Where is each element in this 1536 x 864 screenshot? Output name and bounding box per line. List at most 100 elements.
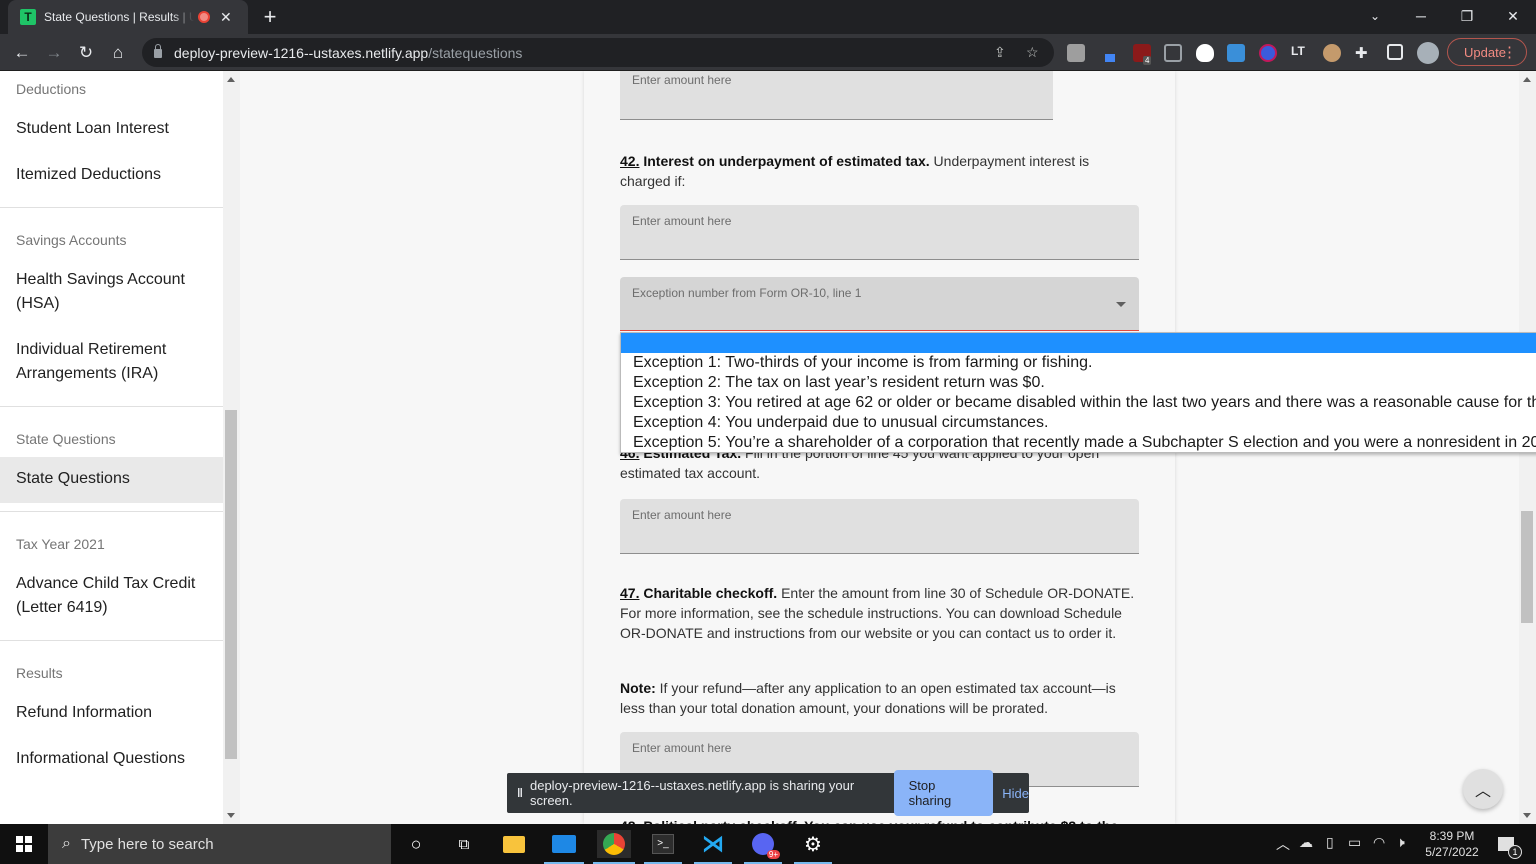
clock-date: 5/27/2022 — [1425, 845, 1479, 859]
ustaxes-favicon-icon: T — [20, 9, 36, 25]
cortana-icon[interactable]: ○ — [402, 830, 430, 858]
update-button[interactable]: Update ⋮ — [1447, 38, 1527, 66]
forward-button[interactable]: → — [41, 40, 67, 66]
option-empty-selected[interactable] — [621, 333, 1536, 353]
home-button[interactable]: ⌂ — [105, 40, 131, 66]
screen-sharing-bar: ‖ deploy-preview-1216--ustaxes.netlify.a… — [507, 770, 1029, 816]
option-exception-3[interactable]: Exception 3: You retired at age 62 or ol… — [621, 393, 1536, 413]
menu-dots-icon: ⋮ — [1502, 44, 1517, 61]
exception-number-select[interactable]: Exception number from Form OR-10, line 1… — [620, 277, 1139, 531]
sidebar-item-itemized-deductions[interactable]: Itemized Deductions — [0, 153, 223, 199]
sidebar-section-state: State Questions State Questions — [0, 407, 223, 512]
chrome-icon[interactable] — [597, 830, 631, 858]
sidebar-item-hsa[interactable]: Health Savings Account (HSA) — [0, 258, 223, 328]
scroll-up-arrow-icon[interactable] — [1523, 77, 1531, 82]
sharing-message: deploy-preview-1216--ustaxes.netlify.app… — [529, 778, 855, 808]
input-placeholder: Enter amount here — [632, 741, 732, 755]
lock-icon — [154, 44, 162, 58]
clock-time: 8:39 PM — [1429, 829, 1475, 843]
sidebar: Deductions Student Loan Interest Itemize… — [0, 71, 223, 824]
browser-toolbar: ← → ↻ ⌂ deploy-preview-1216--ustaxes.net… — [0, 34, 1536, 71]
tab-title: State Questions | Results | UsTaxes — [44, 10, 194, 24]
sidebar-item-state-questions[interactable]: State Questions — [0, 457, 223, 503]
scroll-down-arrow-icon[interactable] — [1523, 813, 1531, 818]
avatar-extension-icon[interactable] — [1323, 44, 1341, 62]
back-button[interactable]: ← — [9, 40, 35, 66]
eyedropper-extension-icon[interactable] — [1105, 52, 1115, 62]
address-bar[interactable]: deploy-preview-1216--ustaxes.netlify.app… — [142, 38, 1054, 67]
languagetool-icon[interactable]: LT — [1291, 44, 1309, 62]
sidebar-item-student-loan-interest[interactable]: Student Loan Interest — [0, 107, 223, 153]
page-scroll-thumb[interactable] — [1521, 511, 1533, 623]
sidebar-heading: Savings Accounts — [16, 232, 127, 248]
wifi-icon[interactable]: ◠ — [1373, 834, 1385, 851]
vscode-icon[interactable]: ⋊ — [699, 830, 727, 858]
sidebar-item-advance-ctc[interactable]: Advance Child Tax Credit (Letter 6419) — [0, 562, 223, 632]
bookmark-star-icon[interactable]: ☆ — [1026, 44, 1039, 61]
stop-sharing-button[interactable]: Stop sharing — [893, 770, 994, 816]
sidebar-section-deductions: Deductions Student Loan Interest Itemize… — [0, 71, 223, 208]
fi-extension-icon[interactable] — [1227, 44, 1245, 62]
close-tab-icon[interactable]: ✕ — [220, 9, 232, 26]
side-panel-icon[interactable] — [1387, 44, 1403, 60]
settings-gear-icon[interactable]: ⚙ — [799, 830, 827, 858]
question-title: Charitable checkoff. — [643, 585, 778, 601]
sidebar-heading: Deductions — [16, 81, 87, 97]
terminal-icon[interactable]: >_ — [649, 830, 677, 858]
task-view-icon[interactable]: ⧉ — [450, 830, 478, 858]
tab-search-icon[interactable]: ⌄ — [1352, 0, 1398, 32]
share-icon[interactable]: ⇪ — [994, 44, 1006, 61]
reload-button[interactable]: ↻ — [73, 40, 99, 66]
ghost-extension-icon[interactable] — [1196, 44, 1214, 62]
tab-strip: T State Questions | Results | UsTaxes ✕ … — [0, 0, 1536, 34]
sidebar-item-refund-information[interactable]: Refund Information — [0, 691, 223, 737]
infinity-extension-icon[interactable] — [1259, 44, 1277, 62]
sidebar-heading: Tax Year 2021 — [16, 536, 105, 552]
notifications-icon[interactable]: 1 — [1492, 830, 1522, 859]
scroll-up-arrow-icon[interactable] — [227, 77, 235, 82]
pause-icon: ‖ — [517, 786, 523, 800]
mail-icon[interactable] — [550, 830, 578, 858]
minimize-button[interactable]: ─ — [1398, 0, 1444, 32]
extensions-puzzle-icon[interactable]: ✚ — [1355, 44, 1373, 62]
amount-input-41[interactable]: Enter amount here — [620, 71, 1053, 120]
onedrive-cloud-icon[interactable]: ☁ — [1299, 834, 1313, 851]
scroll-down-arrow-icon[interactable] — [227, 813, 235, 818]
tab-state-questions[interactable]: T State Questions | Results | UsTaxes ✕ — [8, 0, 248, 34]
option-exception-5[interactable]: Exception 5: You’re a shareholder of a c… — [621, 433, 1536, 453]
taskbar-search-box[interactable]: ⌕ Type here to search — [48, 824, 391, 864]
sidebar-item-ira[interactable]: Individual Retirement Arrangements (IRA) — [0, 328, 223, 398]
question-42-text: 42. Interest on underpayment of estimate… — [620, 151, 1140, 191]
restore-button[interactable]: ❐ — [1444, 0, 1490, 32]
system-clock[interactable]: 8:39 PM 5/27/2022 — [1420, 828, 1484, 860]
scroll-to-top-button[interactable]: ︿ — [1463, 769, 1503, 809]
reader-extension-icon[interactable] — [1164, 44, 1182, 62]
volume-muted-icon[interactable]: 🕨 — [1396, 834, 1405, 851]
extension-icon-1[interactable] — [1067, 44, 1085, 62]
note-body: If your refund—after any application to … — [620, 680, 1116, 716]
discord-icon[interactable]: 9+ — [749, 830, 780, 859]
sidebar-scrollbar[interactable] — [223, 71, 240, 824]
new-tab-button[interactable]: + — [258, 4, 282, 30]
recording-indicator-icon — [198, 11, 210, 23]
amount-input-42[interactable]: Enter amount here — [620, 205, 1139, 260]
sidebar-section-tax-year: Tax Year 2021 Advance Child Tax Credit (… — [0, 512, 223, 641]
amount-input-46[interactable]: Enter amount here — [620, 499, 1139, 554]
hide-button[interactable]: Hide — [1002, 786, 1029, 801]
discord-badge: 9+ — [766, 850, 780, 859]
profile-avatar[interactable] — [1417, 42, 1439, 64]
option-exception-2[interactable]: Exception 2: The tax on last year’s resi… — [621, 373, 1536, 393]
show-hidden-icons-chevron-icon[interactable]: ︿ — [1276, 834, 1290, 854]
select-label: Exception number from Form OR-10, line 1 — [632, 286, 862, 300]
url-host: deploy-preview-1216--ustaxes.netlify.app — [174, 44, 429, 61]
file-explorer-icon[interactable] — [500, 830, 528, 858]
sidebar-item-informational-questions[interactable]: Informational Questions — [0, 737, 223, 783]
device-icon[interactable]: ▯ — [1326, 834, 1334, 851]
option-exception-1[interactable]: Exception 1: Two-thirds of your income i… — [621, 353, 1536, 373]
sidebar-scroll-thumb[interactable] — [225, 410, 237, 759]
battery-icon[interactable]: ▭ — [1348, 834, 1361, 851]
window-close-button[interactable]: ✕ — [1490, 0, 1536, 32]
windows-start-icon[interactable] — [10, 830, 38, 858]
option-exception-4[interactable]: Exception 4: You underpaid due to unusua… — [621, 413, 1536, 433]
input-placeholder: Enter amount here — [632, 508, 732, 522]
